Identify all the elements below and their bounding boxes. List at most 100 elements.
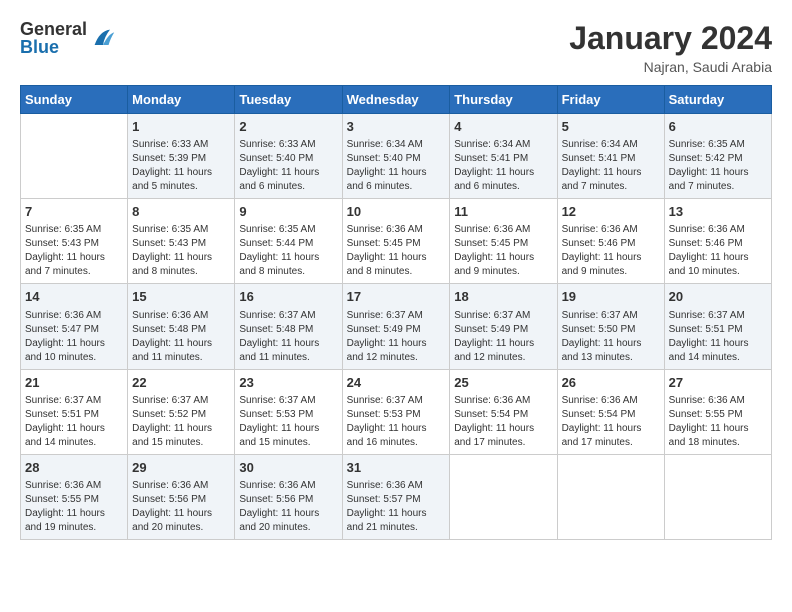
calendar-cell: 13Sunrise: 6:36 AM Sunset: 5:46 PM Dayli…	[664, 199, 771, 284]
calendar-cell: 28 Sunrise: 6:36 AM Sunset: 5:55 PM Dayli…	[21, 454, 128, 539]
day-number: 9	[239, 203, 337, 221]
calendar-cell	[450, 454, 557, 539]
day-number: 31	[347, 459, 446, 477]
day-number: 25	[454, 374, 552, 392]
day-number: 26	[562, 374, 660, 392]
day-number: 11	[454, 203, 552, 221]
calendar-cell: 1Sunrise: 6:33 AM Sunset: 5:39 PM Daylig…	[128, 114, 235, 199]
day-info: Sunrise: 6:36 AM Sunset: 5:57 PM Dayligh…	[347, 479, 446, 535]
day-info: Sunrise: 6:37 AM Sunset: 5:51 PM Dayligh…	[669, 309, 767, 365]
day-number: 20	[669, 288, 767, 306]
day-number: 7	[25, 203, 123, 221]
day-info: Sunrise: 6:35 AM Sunset: 5:42 PM Dayligh…	[669, 138, 767, 194]
calendar-cell: 11 Sunrise: 6:36 AM Sunset: 5:45 PM Dayli…	[450, 199, 557, 284]
day-info: Sunrise: 6:36 AM Sunset: 5:48 PM Dayligh…	[132, 309, 230, 365]
day-info: Sunrise: 6:37 AM Sunset: 5:49 PM Dayligh…	[454, 309, 552, 365]
logo: General Blue	[20, 20, 117, 56]
day-number: 29	[132, 459, 230, 477]
calendar-cell: 22 Sunrise: 6:37 AM Sunset: 5:52 PM Dayli…	[128, 369, 235, 454]
day-info: Sunrise: 6:37 AM Sunset: 5:49 PM Dayligh…	[347, 309, 446, 365]
logo-general: General	[20, 20, 87, 38]
day-number: 12	[562, 203, 660, 221]
day-info: Sunrise: 6:36 AM Sunset: 5:56 PM Dayligh…	[239, 479, 337, 535]
calendar-cell	[21, 114, 128, 199]
day-number: 18	[454, 288, 552, 306]
day-info: Sunrise: 6:37 AM Sunset: 5:50 PM Dayligh…	[562, 309, 660, 365]
calendar-cell	[557, 454, 664, 539]
day-number: 17	[347, 288, 446, 306]
day-info: Sunrise: 6:37 AM Sunset: 5:53 PM Dayligh…	[239, 394, 337, 450]
location: Najran, Saudi Arabia	[569, 59, 772, 75]
day-info: Sunrise: 6:36 AM Sunset: 5:45 PM Dayligh…	[454, 223, 552, 279]
calendar-cell: 5Sunrise: 6:34 AM Sunset: 5:41 PM Daylig…	[557, 114, 664, 199]
logo-icon	[89, 24, 117, 52]
day-number: 21	[25, 374, 123, 392]
calendar-cell: 6 Sunrise: 6:35 AM Sunset: 5:42 PM Daylig…	[664, 114, 771, 199]
day-number: 6	[669, 118, 767, 136]
day-info: Sunrise: 6:35 AM Sunset: 5:43 PM Dayligh…	[132, 223, 230, 279]
calendar-cell: 21 Sunrise: 6:37 AM Sunset: 5:51 PM Dayli…	[21, 369, 128, 454]
calendar-cell: 17 Sunrise: 6:37 AM Sunset: 5:49 PM Dayli…	[342, 284, 450, 369]
calendar-cell: 8 Sunrise: 6:35 AM Sunset: 5:43 PM Daylig…	[128, 199, 235, 284]
day-number: 28	[25, 459, 123, 477]
day-number: 27	[669, 374, 767, 392]
calendar-week-row: 21 Sunrise: 6:37 AM Sunset: 5:51 PM Dayli…	[21, 369, 772, 454]
calendar-cell: 9Sunrise: 6:35 AM Sunset: 5:44 PM Daylig…	[235, 199, 342, 284]
calendar-cell: 31 Sunrise: 6:36 AM Sunset: 5:57 PM Dayli…	[342, 454, 450, 539]
day-number: 23	[239, 374, 337, 392]
day-number: 22	[132, 374, 230, 392]
day-info: Sunrise: 6:37 AM Sunset: 5:53 PM Dayligh…	[347, 394, 446, 450]
day-info: Sunrise: 6:33 AM Sunset: 5:40 PM Dayligh…	[239, 138, 337, 194]
calendar-week-row: 7 Sunrise: 6:35 AM Sunset: 5:43 PM Daylig…	[21, 199, 772, 284]
calendar-table: SundayMondayTuesdayWednesdayThursdayFrid…	[20, 85, 772, 540]
day-of-week-header: Sunday	[21, 86, 128, 114]
calendar-week-row: 28 Sunrise: 6:36 AM Sunset: 5:55 PM Dayli…	[21, 454, 772, 539]
title-area: January 2024 Najran, Saudi Arabia	[569, 20, 772, 75]
day-number: 16	[239, 288, 337, 306]
day-info: Sunrise: 6:36 AM Sunset: 5:46 PM Dayligh…	[669, 223, 767, 279]
day-of-week-header: Tuesday	[235, 86, 342, 114]
calendar-cell: 18 Sunrise: 6:37 AM Sunset: 5:49 PM Dayli…	[450, 284, 557, 369]
calendar-cell: 27 Sunrise: 6:36 AM Sunset: 5:55 PM Dayli…	[664, 369, 771, 454]
day-info: Sunrise: 6:36 AM Sunset: 5:47 PM Dayligh…	[25, 309, 123, 365]
day-info: Sunrise: 6:36 AM Sunset: 5:55 PM Dayligh…	[25, 479, 123, 535]
day-info: Sunrise: 6:33 AM Sunset: 5:39 PM Dayligh…	[132, 138, 230, 194]
calendar-cell: 7 Sunrise: 6:35 AM Sunset: 5:43 PM Daylig…	[21, 199, 128, 284]
day-info: Sunrise: 6:36 AM Sunset: 5:46 PM Dayligh…	[562, 223, 660, 279]
day-of-week-header: Monday	[128, 86, 235, 114]
calendar-cell: 29 Sunrise: 6:36 AM Sunset: 5:56 PM Dayli…	[128, 454, 235, 539]
calendar-cell: 4Sunrise: 6:34 AM Sunset: 5:41 PM Daylig…	[450, 114, 557, 199]
calendar-cell: 3Sunrise: 6:34 AM Sunset: 5:40 PM Daylig…	[342, 114, 450, 199]
calendar-body: 1Sunrise: 6:33 AM Sunset: 5:39 PM Daylig…	[21, 114, 772, 540]
calendar-week-row: 1Sunrise: 6:33 AM Sunset: 5:39 PM Daylig…	[21, 114, 772, 199]
day-info: Sunrise: 6:37 AM Sunset: 5:48 PM Dayligh…	[239, 309, 337, 365]
calendar-cell: 14 Sunrise: 6:36 AM Sunset: 5:47 PM Dayli…	[21, 284, 128, 369]
calendar-cell: 24Sunrise: 6:37 AM Sunset: 5:53 PM Dayli…	[342, 369, 450, 454]
calendar-cell	[664, 454, 771, 539]
day-number: 8	[132, 203, 230, 221]
day-number: 19	[562, 288, 660, 306]
day-number: 30	[239, 459, 337, 477]
calendar-cell: 15 Sunrise: 6:36 AM Sunset: 5:48 PM Dayli…	[128, 284, 235, 369]
day-info: Sunrise: 6:37 AM Sunset: 5:51 PM Dayligh…	[25, 394, 123, 450]
day-info: Sunrise: 6:36 AM Sunset: 5:54 PM Dayligh…	[562, 394, 660, 450]
day-info: Sunrise: 6:35 AM Sunset: 5:43 PM Dayligh…	[25, 223, 123, 279]
logo-blue: Blue	[20, 38, 87, 56]
calendar-week-row: 14 Sunrise: 6:36 AM Sunset: 5:47 PM Dayli…	[21, 284, 772, 369]
day-number: 14	[25, 288, 123, 306]
calendar-cell: 26 Sunrise: 6:36 AM Sunset: 5:54 PM Dayli…	[557, 369, 664, 454]
day-number: 10	[347, 203, 446, 221]
day-info: Sunrise: 6:36 AM Sunset: 5:45 PM Dayligh…	[347, 223, 446, 279]
day-info: Sunrise: 6:36 AM Sunset: 5:56 PM Dayligh…	[132, 479, 230, 535]
day-number: 2	[239, 118, 337, 136]
day-info: Sunrise: 6:36 AM Sunset: 5:54 PM Dayligh…	[454, 394, 552, 450]
day-info: Sunrise: 6:36 AM Sunset: 5:55 PM Dayligh…	[669, 394, 767, 450]
day-of-week-header: Wednesday	[342, 86, 450, 114]
day-info: Sunrise: 6:37 AM Sunset: 5:52 PM Dayligh…	[132, 394, 230, 450]
calendar-cell: 19 Sunrise: 6:37 AM Sunset: 5:50 PM Dayli…	[557, 284, 664, 369]
calendar-cell: 10 Sunrise: 6:36 AM Sunset: 5:45 PM Dayli…	[342, 199, 450, 284]
day-info: Sunrise: 6:34 AM Sunset: 5:41 PM Dayligh…	[562, 138, 660, 194]
calendar-cell: 25 Sunrise: 6:36 AM Sunset: 5:54 PM Dayli…	[450, 369, 557, 454]
day-number: 15	[132, 288, 230, 306]
calendar-cell: 20 Sunrise: 6:37 AM Sunset: 5:51 PM Dayli…	[664, 284, 771, 369]
